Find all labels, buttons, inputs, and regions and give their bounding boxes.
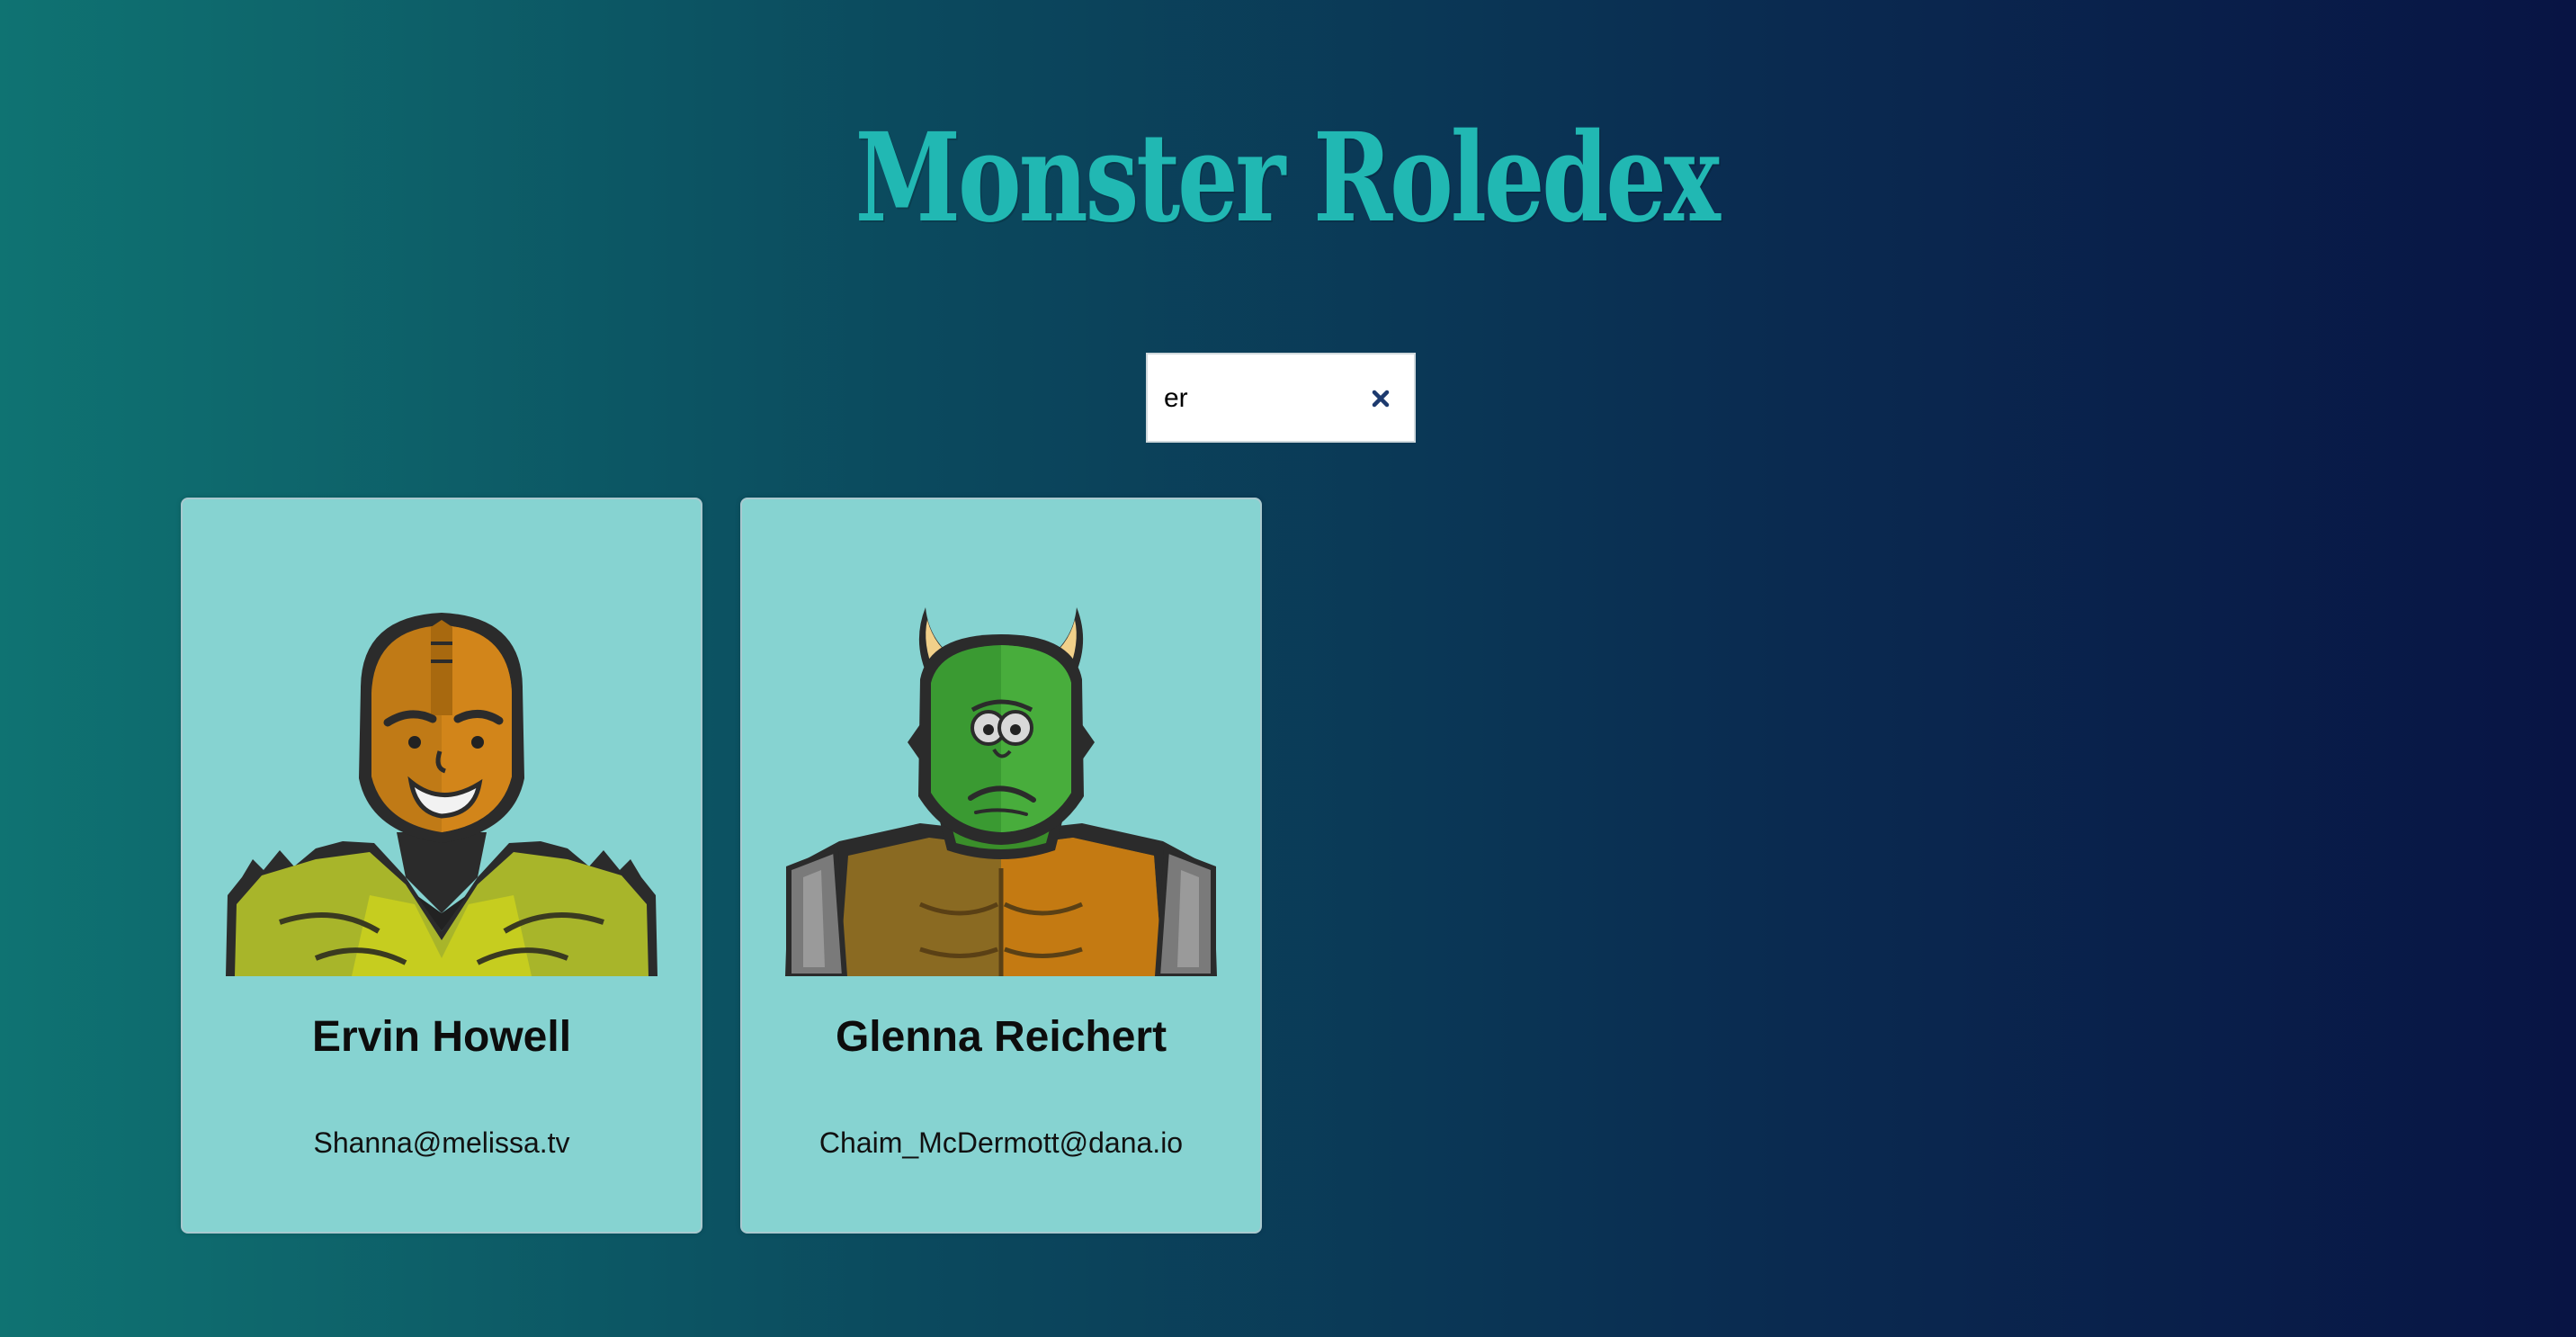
robot-avatar-spiky-icon [226, 607, 657, 976]
search-input[interactable] [1164, 378, 1362, 419]
horned-monster-avatar-icon [785, 607, 1217, 979]
monster-email: Shanna@melissa.tv [313, 1126, 570, 1159]
monster-name: Ervin Howell [311, 1013, 572, 1061]
monster-card[interactable]: Ervin Howell Shanna@melissa.tv [181, 498, 702, 1234]
close-icon[interactable] [1367, 385, 1394, 412]
page-title: Monster Roledex [854, 106, 1721, 250]
monster-email: Chaim_McDermott@dana.io [818, 1126, 1184, 1159]
monster-name: Glenna Reichert [835, 1013, 1167, 1061]
monster-card[interactable]: Glenna Reichert Chaim_McDermott@dana.io [740, 498, 1262, 1234]
search-box[interactable] [1146, 353, 1416, 443]
